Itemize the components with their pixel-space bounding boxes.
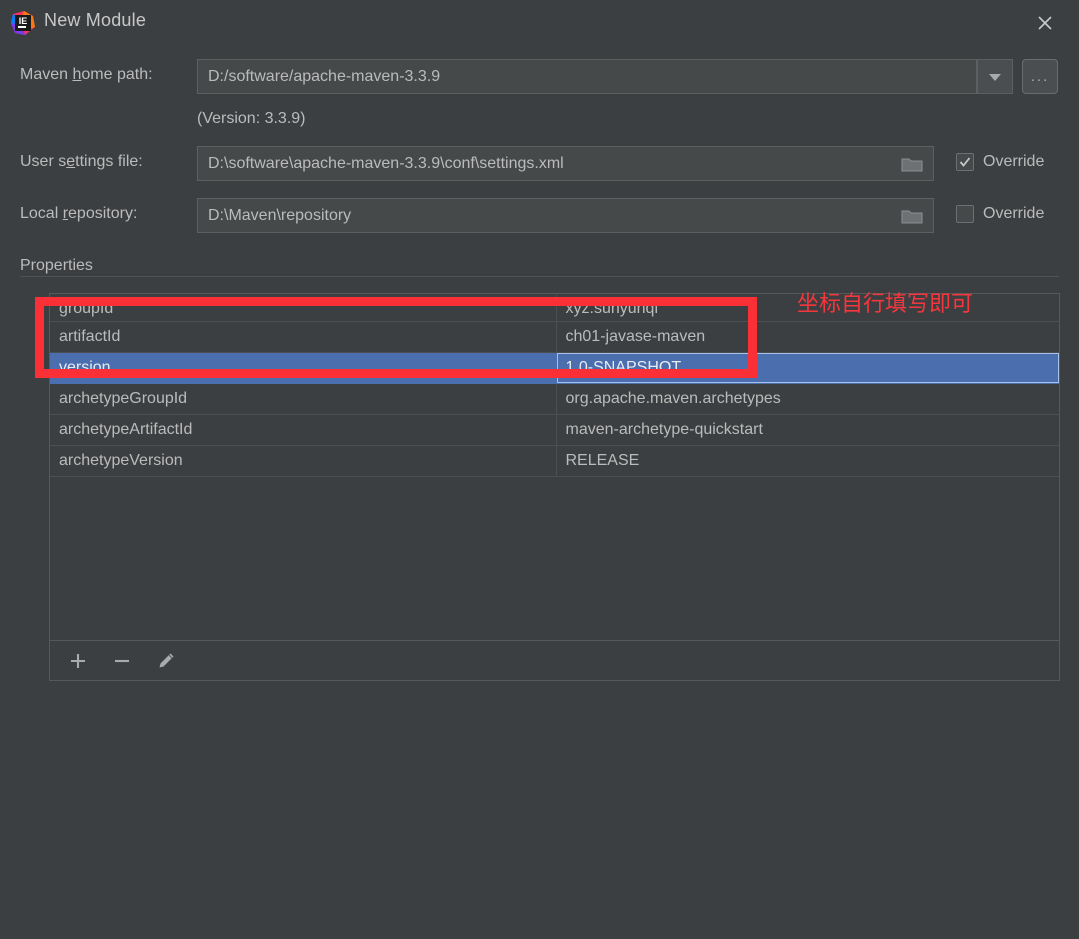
- new-module-dialog: IE New Module Maven home path: D:/softwa…: [0, 0, 1079, 939]
- svg-text:IE: IE: [19, 16, 28, 26]
- properties-table-scroll: groupId xyz.sunyunqi artifactId ch01-javase…: [50, 294, 1059, 639]
- maven-home-browse-button[interactable]: ...: [1022, 59, 1058, 94]
- check-icon: [956, 153, 974, 171]
- table-row[interactable]: archetypeArtifactId maven-archetype-quick…: [50, 414, 1059, 446]
- checkbox-empty-icon: [956, 205, 974, 223]
- property-name-cell[interactable]: archetypeGroupId: [50, 383, 557, 415]
- properties-divider: [20, 276, 1059, 277]
- property-value-cell[interactable]: org.apache.maven.archetypes: [556, 383, 1059, 415]
- folder-icon[interactable]: [892, 146, 932, 181]
- minus-icon[interactable]: [108, 647, 136, 675]
- folder-icon[interactable]: [892, 198, 932, 233]
- table-row[interactable]: archetypeVersion RELEASE: [50, 445, 1059, 477]
- properties-table-panel: groupId xyz.sunyunqi artifactId ch01-javase…: [49, 293, 1060, 681]
- property-value-cell[interactable]: RELEASE: [556, 445, 1059, 477]
- property-value-cell[interactable]: ch01-javase-maven: [556, 321, 1059, 353]
- chevron-down-icon[interactable]: [977, 59, 1013, 94]
- properties-table-toolbar: [50, 640, 1059, 680]
- local-repository-label: Local repository:: [20, 205, 138, 222]
- property-name-cell[interactable]: version: [50, 352, 557, 384]
- maven-home-path-input[interactable]: D:/software/apache-maven-3.3.9: [197, 59, 977, 94]
- table-row[interactable]: archetypeGroupId org.apache.maven.archety…: [50, 383, 1059, 415]
- properties-table: groupId xyz.sunyunqi artifactId ch01-javase…: [50, 294, 1059, 477]
- property-value-cell[interactable]: 1.0-SNAPSHOT: [556, 352, 1059, 384]
- property-value-cell[interactable]: maven-archetype-quickstart: [556, 414, 1059, 446]
- maven-version-note: (Version: 3.3.9): [197, 110, 306, 127]
- close-icon[interactable]: [1029, 8, 1061, 38]
- annotation-note: 坐标自行填写即可: [797, 292, 974, 317]
- table-row[interactable]: version 1.0-SNAPSHOT: [50, 352, 1059, 384]
- pencil-icon[interactable]: [152, 647, 180, 675]
- user-settings-override-checkbox[interactable]: Override: [956, 153, 1044, 171]
- override-label: Override: [983, 205, 1045, 222]
- dialog-titlebar: IE New Module: [0, 0, 1079, 46]
- intellij-idea-icon: IE: [10, 10, 36, 36]
- property-name-cell[interactable]: archetypeVersion: [50, 445, 557, 477]
- dialog-footer: Previous Finish Cancel Help: [0, 867, 1079, 939]
- local-repository-override-checkbox[interactable]: Override: [956, 205, 1044, 223]
- local-repository-input[interactable]: D:\Maven\repository: [197, 198, 934, 233]
- maven-home-path-label: Maven home path:: [20, 66, 153, 83]
- property-name-cell[interactable]: artifactId: [50, 321, 557, 353]
- override-label: Override: [983, 153, 1045, 170]
- dialog-title: New Module: [44, 10, 147, 30]
- property-name-cell[interactable]: groupId: [50, 294, 557, 322]
- properties-section-label: Properties: [20, 257, 101, 275]
- table-row[interactable]: artifactId ch01-javase-maven: [50, 321, 1059, 353]
- property-name-cell[interactable]: archetypeArtifactId: [50, 414, 557, 446]
- plus-icon[interactable]: [64, 647, 92, 675]
- user-settings-file-input[interactable]: D:\software\apache-maven-3.3.9\conf\sett…: [197, 146, 934, 181]
- user-settings-file-label: User settings file:: [20, 153, 143, 170]
